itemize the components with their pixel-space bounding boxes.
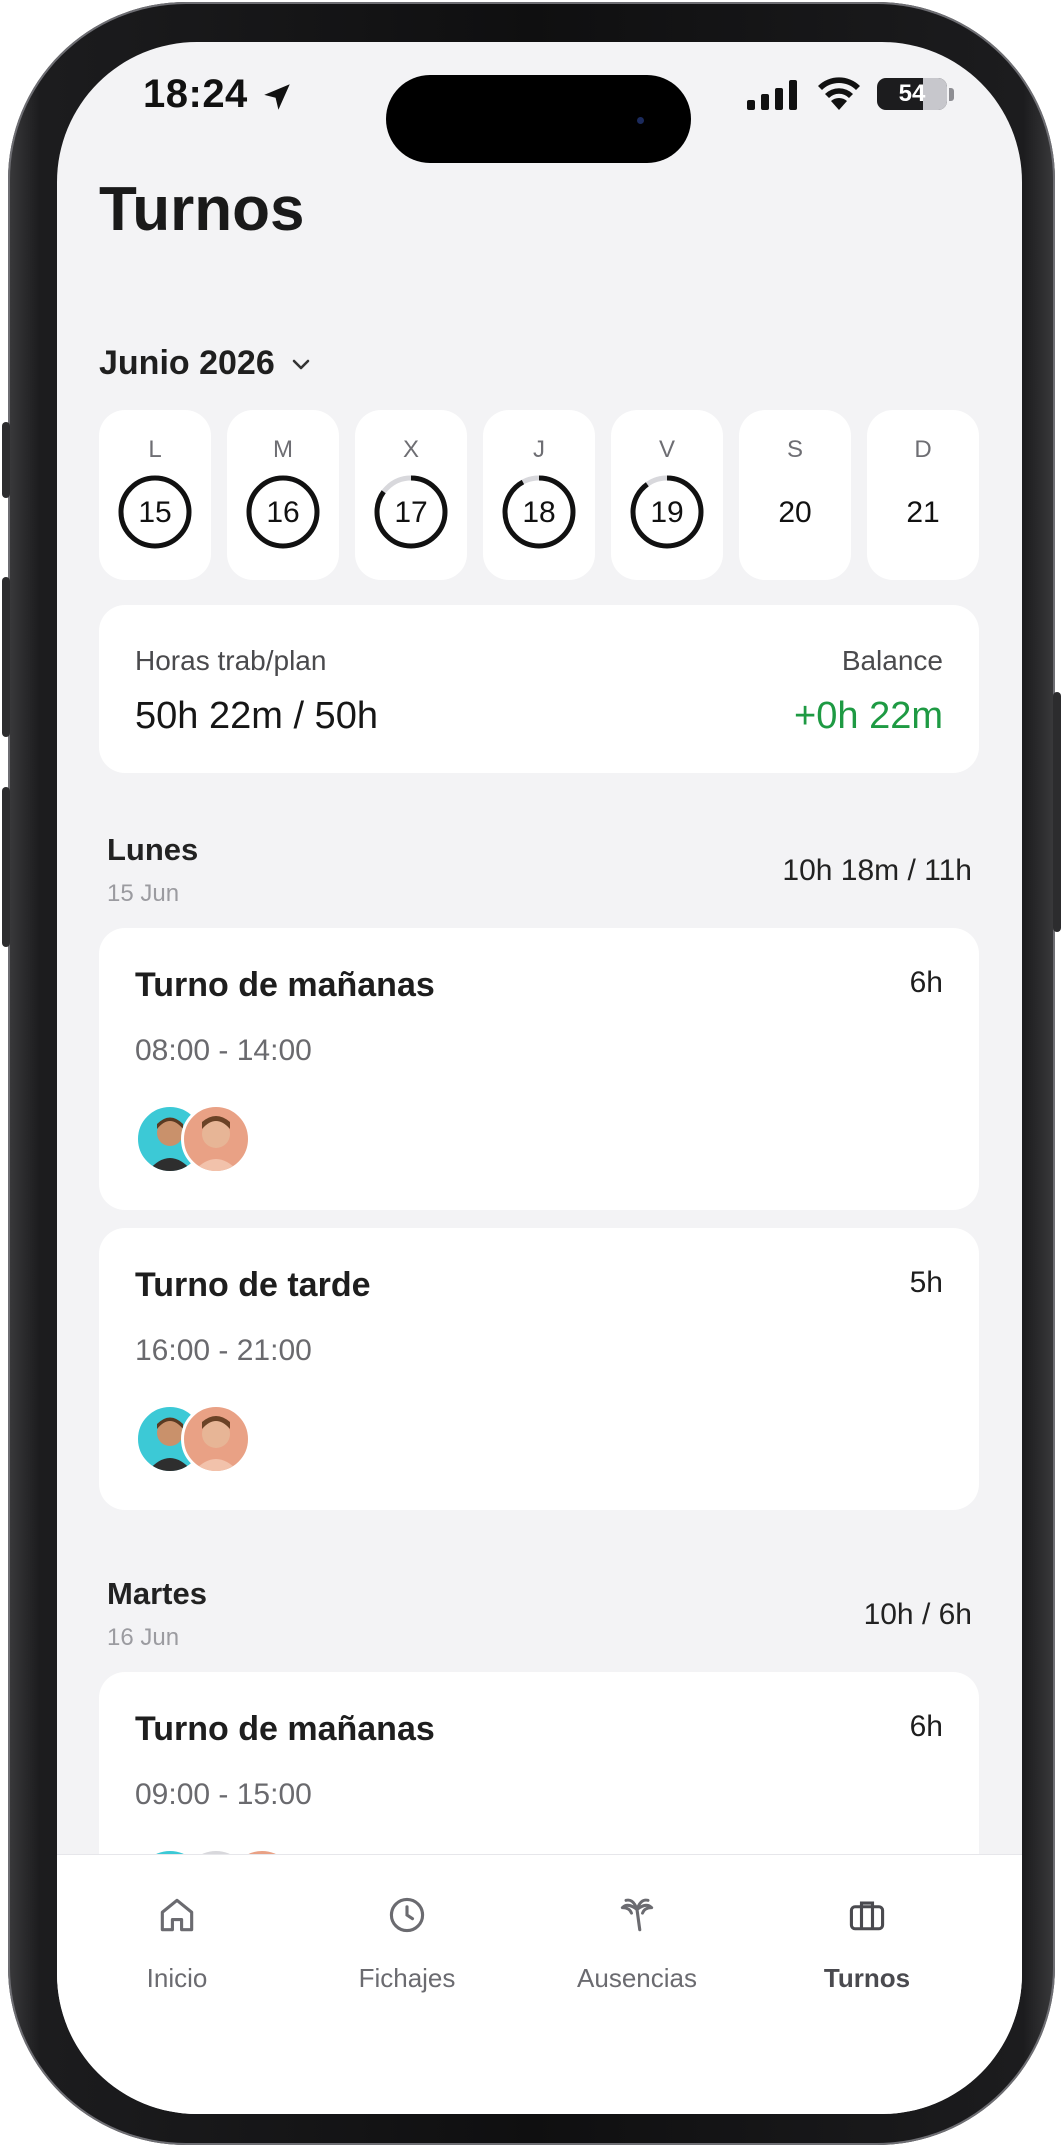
day-section-hours: 10h / 6h: [863, 1598, 972, 1631]
month-label: Junio 2026: [99, 344, 275, 382]
month-selector[interactable]: Junio 2026: [99, 344, 313, 383]
power-button: [1053, 692, 1061, 932]
battery-cap: [949, 88, 954, 101]
day-saturday[interactable]: S 20: [739, 410, 851, 580]
battery-level: 54: [898, 80, 926, 107]
action-button: [2, 422, 10, 498]
week-strip: L 15 M 16 X 17 J 18 V 19 S 20 D 21: [99, 410, 979, 580]
hours-summary-card: Horas trab/plan 50h 22m / 50h Balance +0…: [99, 605, 979, 773]
day-letter: S: [786, 436, 803, 463]
tab-turnos[interactable]: Turnos: [747, 1855, 987, 2015]
assigned-avatars: [135, 1104, 275, 1174]
shift-title: Turno de mañanas: [135, 966, 435, 1004]
day-section-name: Martes: [107, 1576, 207, 1611]
battery-icon: 54: [877, 78, 947, 110]
day-section-date: 15 Jun: [107, 880, 180, 907]
day-number: 19: [650, 496, 684, 529]
day-tuesday[interactable]: M 16: [227, 410, 339, 580]
worked-hours-value: 50h 22m / 50h: [135, 695, 378, 737]
day-letter: X: [402, 436, 419, 463]
shift-time: 16:00 - 21:00: [135, 1334, 312, 1367]
worked-hours-label: Horas trab/plan: [135, 645, 327, 676]
day-letter: D: [914, 436, 932, 463]
day-number: 15: [138, 496, 172, 529]
avatar: [181, 1104, 251, 1174]
phone-frame: 18:24 54 Turnos Junio 2026 L 15 M 16 X 1…: [2, 2, 1061, 2145]
day-letter: L: [148, 436, 162, 463]
day-thursday[interactable]: J 18: [483, 410, 595, 580]
shift-card[interactable]: Turno de mañanas 6h 08:00 - 14:00: [99, 928, 979, 1210]
day-letter: V: [658, 436, 675, 463]
volume-up-button: [2, 577, 10, 737]
balance-value: +0h 22m: [794, 695, 943, 737]
tab-fichajes[interactable]: Fichajes: [287, 1855, 527, 2015]
shift-title: Turno de tarde: [135, 1266, 371, 1304]
tab-label: Fichajes: [358, 1963, 456, 1993]
camera-dot: [637, 117, 644, 124]
tab-ausencias[interactable]: Ausencias: [517, 1855, 757, 2015]
day-wednesday[interactable]: X 17: [355, 410, 467, 580]
home-icon: [160, 1898, 194, 1932]
palm-tree-icon: [620, 1898, 654, 1932]
app-screen: 18:24 54 Turnos Junio 2026 L 15 M 16 X 1…: [57, 42, 1022, 2114]
briefcase-icon: [849, 1901, 885, 1931]
tab-label: Ausencias: [577, 1963, 697, 1993]
day-monday[interactable]: L 15: [99, 410, 211, 580]
shift-duration: 6h: [909, 966, 943, 999]
day-friday[interactable]: V 19: [611, 410, 723, 580]
day-section-date: 16 Jun: [107, 1624, 180, 1651]
tab-label: Inicio: [146, 1963, 208, 1993]
tab-inicio[interactable]: Inicio: [57, 1855, 297, 2015]
location-arrow-icon: [264, 84, 290, 110]
shift-card[interactable]: Turno de tarde 5h 16:00 - 21:00: [99, 1228, 979, 1510]
day-section-name: Lunes: [107, 832, 199, 867]
clock-icon: [389, 1897, 425, 1933]
status-time: 18:24: [143, 72, 248, 116]
shift-title: Turno de mañanas: [135, 1710, 435, 1748]
day-number: 18: [522, 496, 556, 529]
balance-label: Balance: [841, 645, 943, 676]
day-sunday[interactable]: D 21: [867, 410, 979, 580]
dynamic-island: [386, 75, 691, 163]
volume-down-button: [2, 787, 10, 947]
shift-time: 09:00 - 15:00: [135, 1778, 312, 1811]
cellular-signal-icon: [747, 80, 797, 110]
day-number: 21: [906, 496, 940, 529]
chevron-down-icon: [292, 359, 310, 369]
day-letter: J: [533, 436, 545, 463]
assigned-avatars: [135, 1404, 275, 1474]
avatar: [181, 1404, 251, 1474]
wifi-icon: [818, 77, 860, 110]
shift-time: 08:00 - 14:00: [135, 1034, 312, 1067]
tab-bar: Inicio Fichajes Ausencias Turnos: [57, 1854, 1022, 2114]
day-number: 17: [394, 496, 428, 529]
page-title: Turnos: [99, 175, 305, 244]
tab-label: Turnos: [823, 1963, 911, 1993]
day-number: 20: [778, 496, 812, 529]
day-number: 16: [266, 496, 300, 529]
shift-duration: 6h: [909, 1710, 943, 1743]
shift-duration: 5h: [909, 1266, 943, 1299]
day-letter: M: [273, 436, 293, 463]
day-section-hours: 10h 18m / 11h: [782, 854, 972, 887]
